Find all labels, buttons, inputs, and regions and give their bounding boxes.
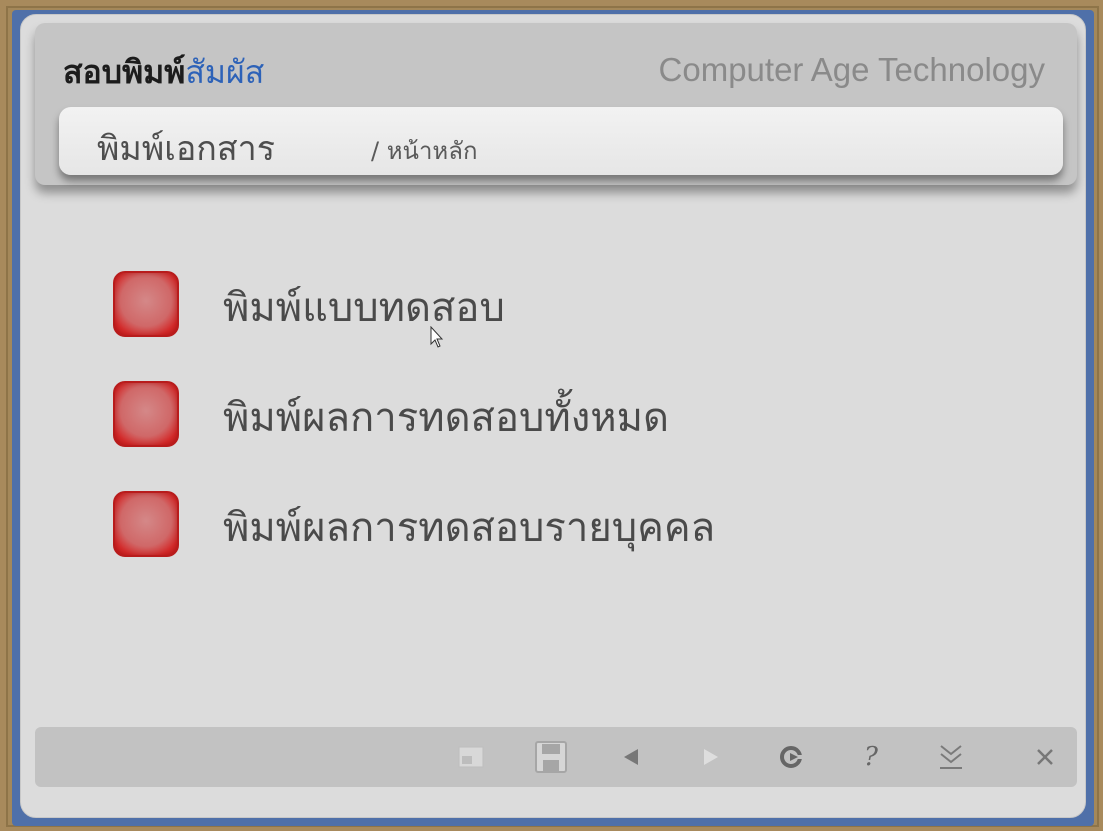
window-icon[interactable] (451, 737, 491, 777)
main-panel: สอบพิมพ์สัมผัส Computer Age Technology พ… (20, 14, 1086, 818)
menu-item-label[interactable]: พิมพ์แบบทดสอบ (223, 275, 505, 339)
back-icon[interactable] (611, 737, 651, 777)
menu-item-print-individual-results[interactable]: พิมพ์ผลการทดสอบรายบุคคล (113, 487, 813, 559)
help-icon[interactable]: ? (851, 737, 891, 777)
app-title: สอบพิมพ์สัมผัส (63, 47, 264, 98)
close-icon[interactable] (1025, 737, 1065, 777)
collapse-icon[interactable] (931, 737, 971, 777)
menu-bullet-icon[interactable] (113, 271, 179, 337)
page-title: พิมพ์เอกสาร (97, 129, 275, 169)
app-window: สอบพิมพ์สัมผัส Computer Age Technology พ… (12, 10, 1094, 826)
menu-bullet-icon[interactable] (113, 491, 179, 557)
menu-item-label[interactable]: พิมพ์ผลการทดสอบรายบุคคล (223, 495, 715, 559)
bottom-toolbar: ? (35, 727, 1077, 787)
forward-icon[interactable] (691, 737, 731, 777)
menu-bullet-icon[interactable] (113, 381, 179, 447)
menu-item-print-test[interactable]: พิมพ์แบบทดสอบ (113, 267, 813, 339)
menu-item-print-all-results[interactable]: พิมพ์ผลการทดสอบทั้งหมด (113, 377, 813, 449)
save-icon[interactable] (531, 737, 571, 777)
app-title-part1: สอบพิมพ์ (63, 53, 186, 91)
breadcrumb-home: / หน้าหลัก (371, 137, 478, 165)
refresh-icon[interactable] (771, 737, 811, 777)
company-tagline: Computer Age Technology (658, 51, 1045, 88)
app-title-part2: สัมผัส (185, 53, 265, 91)
menu-item-label[interactable]: พิมพ์ผลการทดสอบทั้งหมด (223, 385, 669, 449)
breadcrumb: พิมพ์เอกสาร / หน้าหลัก (59, 107, 1063, 175)
mouse-pointer-icon (430, 325, 444, 352)
header: สอบพิมพ์สัมผัส Computer Age Technology พ… (35, 23, 1077, 185)
